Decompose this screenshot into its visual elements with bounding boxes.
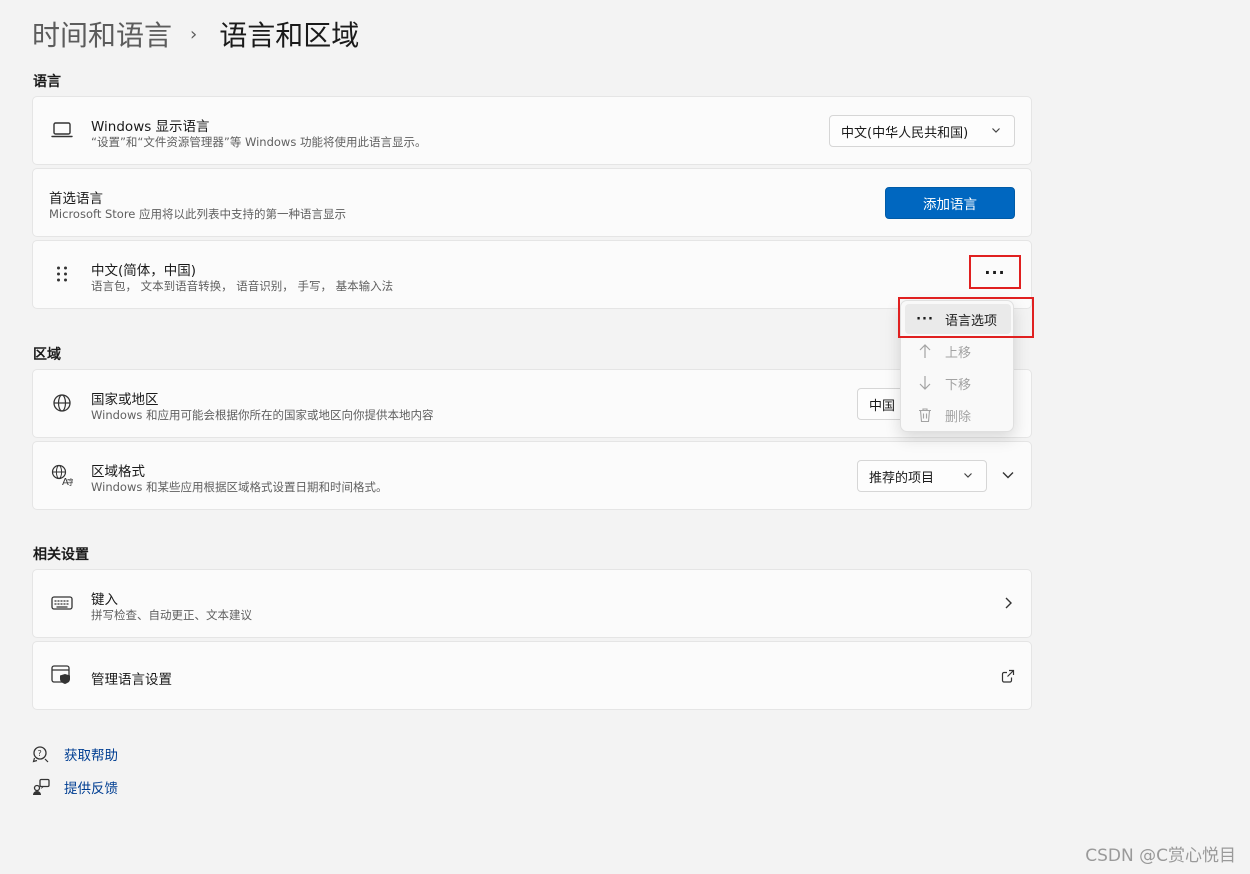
installed-language-subtitle: 语言包， 文本到语音转换， 语音识别， 手写， 基本输入法 [91,279,394,293]
feedback-icon [32,778,50,796]
globe-language-icon: A字 [51,464,73,486]
typing-card[interactable]: 键入 拼写检查、自动更正、文本建议 [32,569,1032,638]
external-link-icon [1001,669,1015,683]
menu-item-language-options-label: 语言选项 [945,313,998,329]
regional-format-title: 区域格式 [91,464,145,480]
regional-format-value: 推荐的项目 [869,470,935,486]
more-options-button[interactable]: ··· [969,255,1021,289]
regional-format-card: A字 区域格式 Windows 和某些应用根据区域格式设置日期和时间格式。 推荐… [32,441,1032,510]
add-language-button[interactable]: 添加语言 [885,187,1015,219]
language-options-menu: ··· 语言选项 上移 下移 删除 [900,300,1014,432]
svg-text:字: 字 [67,477,73,486]
page-title: 语言和区域 [219,19,360,52]
section-title-region: 区域 [33,347,61,363]
country-value: 中国 [869,398,896,414]
regional-format-subtitle: Windows 和某些应用根据区域格式设置日期和时间格式。 [91,480,388,494]
regional-format-dropdown[interactable]: 推荐的项目 [857,460,987,492]
menu-item-delete-label: 删除 [945,409,972,425]
get-help-label[interactable]: 获取帮助 [64,744,118,764]
menu-item-move-up[interactable]: 上移 [905,336,1011,366]
watermark: CSDN @C赏心悦目 [1085,846,1236,866]
breadcrumb-separator: › [190,23,198,45]
shield-window-icon [51,664,73,686]
svg-text:?: ? [38,749,42,758]
trash-icon [905,407,945,423]
get-help-link[interactable]: ? 获取帮助 [32,744,118,764]
typing-subtitle: 拼写检查、自动更正、文本建议 [91,608,252,622]
installed-language-row[interactable]: 中文(简体，中国) 语言包， 文本到语音转换， 语音识别， 手写， 基本输入法 … [32,240,1032,309]
admin-language-card[interactable]: 管理语言设置 [32,641,1032,710]
arrow-up-icon [905,343,945,359]
country-title: 国家或地区 [91,392,159,408]
section-title-related: 相关设置 [33,547,89,563]
display-language-title: Windows 显示语言 [91,119,210,135]
laptop-icon [51,119,73,141]
menu-item-move-down-label: 下移 [945,377,972,393]
admin-language-title: 管理语言设置 [91,672,172,688]
preferred-language-title: 首选语言 [49,191,103,207]
breadcrumb: 时间和语言 › 语言和区域 [32,14,359,54]
preferred-language-subtitle: Microsoft Store 应用将以此列表中支持的第一种语言显示 [49,207,347,221]
feedback-label[interactable]: 提供反馈 [64,777,118,797]
expand-chevron-icon[interactable] [1001,470,1015,480]
display-language-subtitle: “设置”和“文件资源管理器”等 Windows 功能将使用此语言显示。 [91,135,427,149]
chevron-right-icon [1005,597,1012,609]
display-language-value: 中文(中华人民共和国) [841,125,969,141]
typing-title: 键入 [91,592,118,608]
section-title-language: 语言 [33,74,61,90]
feedback-link[interactable]: 提供反馈 [32,777,118,797]
installed-language-title: 中文(简体，中国) [91,263,197,279]
drag-handle-icon[interactable] [51,263,73,285]
keyboard-icon [51,592,73,614]
chevron-down-icon [992,128,1000,133]
country-card: 国家或地区 Windows 和应用可能会根据你所在的国家或地区向你提供本地内容 … [32,369,1032,438]
globe-icon [51,392,73,414]
menu-item-delete[interactable]: 删除 [905,400,1011,430]
chevron-down-icon [964,473,972,478]
menu-item-move-down[interactable]: 下移 [905,368,1011,398]
country-subtitle: Windows 和应用可能会根据你所在的国家或地区向你提供本地内容 [91,408,434,422]
menu-item-move-up-label: 上移 [945,345,972,361]
breadcrumb-parent[interactable]: 时间和语言 [32,14,172,54]
display-language-card: Windows 显示语言 “设置”和“文件资源管理器”等 Windows 功能将… [32,96,1032,165]
display-language-dropdown[interactable]: 中文(中华人民共和国) [829,115,1015,147]
more-icon: ··· [916,311,934,327]
arrow-down-icon [905,375,945,391]
menu-item-language-options[interactable]: ··· 语言选项 [905,304,1011,334]
preferred-language-card: 首选语言 Microsoft Store 应用将以此列表中支持的第一种语言显示 … [32,168,1032,237]
help-chat-icon: ? [32,745,50,763]
